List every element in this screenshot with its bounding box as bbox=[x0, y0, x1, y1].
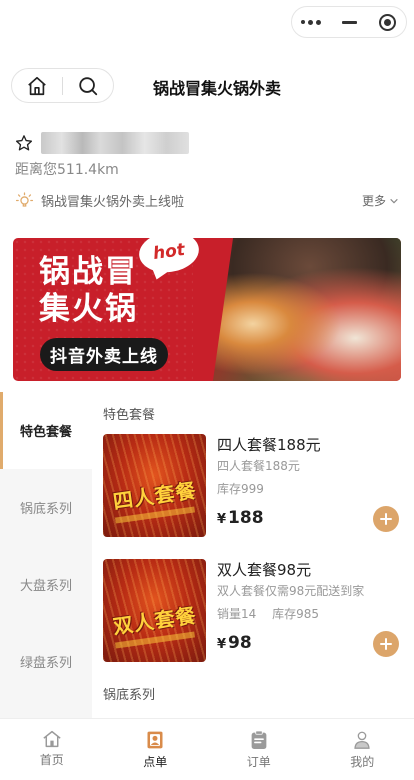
order-food-icon bbox=[147, 731, 163, 749]
home-icon[interactable] bbox=[12, 69, 62, 102]
plus-icon bbox=[380, 638, 392, 650]
section-title: 特色套餐 bbox=[103, 408, 156, 423]
product-price: ¥188 bbox=[217, 508, 264, 528]
product-item[interactable]: 双人套餐 双人套餐98元 双人套餐仅需98元配送到家 销量14 库存985 ¥9… bbox=[103, 559, 403, 664]
store-name-blurred bbox=[41, 132, 189, 154]
home-icon bbox=[43, 730, 61, 748]
tab-home[interactable]: 首页 bbox=[0, 719, 104, 780]
category-label: 锅底系列 bbox=[19, 502, 72, 517]
category-sidebar: 特色套餐 锅底系列 大盘系列 绿盘系列 bbox=[0, 392, 92, 718]
target-ring-icon[interactable] bbox=[368, 7, 406, 37]
section-title: 锅底系列 bbox=[103, 688, 156, 703]
tab-label: 点单 bbox=[143, 755, 168, 769]
notice-bar[interactable]: 锅战冒集火锅外卖上线啦 更多 bbox=[15, 190, 399, 210]
tab-label: 订单 bbox=[246, 755, 271, 769]
product-item[interactable]: 四人套餐 四人套餐188元 四人套餐188元 库存999 ¥188 bbox=[103, 434, 403, 539]
tab-orders[interactable]: 订单 bbox=[207, 719, 311, 780]
nav-pill bbox=[11, 68, 114, 103]
search-icon[interactable] bbox=[63, 69, 113, 102]
banner-title-line2: 集火锅 bbox=[39, 291, 138, 327]
product-desc: 四人套餐188元 bbox=[217, 459, 300, 473]
price-symbol: ¥ bbox=[217, 637, 227, 652]
product-name: 四人套餐188元 bbox=[217, 436, 321, 454]
user-icon bbox=[354, 731, 370, 749]
product-list: 特色套餐 四人套餐 四人套餐188元 四人套餐188元 库存999 ¥188 双… bbox=[92, 392, 414, 718]
tab-order-food[interactable]: 点单 bbox=[104, 719, 208, 780]
nav-bar: 锅战冒集火锅外卖 bbox=[0, 68, 414, 104]
category-label: 大盘系列 bbox=[19, 579, 72, 594]
lightbulb-icon bbox=[15, 191, 34, 207]
notice-text: 锅战冒集火锅外卖上线啦 bbox=[41, 194, 185, 210]
star-icon[interactable] bbox=[15, 134, 33, 152]
more-button[interactable]: 更多 bbox=[362, 192, 399, 209]
product-desc: 双人套餐仅需98元配送到家 bbox=[217, 584, 365, 598]
product-stock: 库存999 bbox=[217, 482, 264, 496]
tab-label: 我的 bbox=[350, 755, 375, 769]
tab-label: 首页 bbox=[39, 753, 64, 767]
banner-title-line1: 锅战冒 bbox=[39, 254, 138, 290]
category-label: 特色套餐 bbox=[19, 425, 72, 440]
category-item[interactable]: 绿盘系列 bbox=[0, 623, 92, 700]
product-price: ¥98 bbox=[217, 633, 252, 653]
tab-me[interactable]: 我的 bbox=[311, 719, 414, 780]
category-item[interactable]: 特色套餐 bbox=[0, 392, 92, 469]
bottom-tab-bar: 首页 点单 订单 我的 bbox=[0, 718, 414, 780]
banner-tagline: 抖音外卖上线 bbox=[40, 338, 168, 371]
add-to-cart-button[interactable] bbox=[373, 631, 399, 657]
page-title: 锅战冒集火锅外卖 bbox=[153, 79, 282, 98]
promo-banner[interactable]: 锅战冒 集火锅 抖音外卖上线 hot bbox=[13, 238, 401, 381]
store-name-row[interactable] bbox=[15, 132, 189, 154]
plus-icon bbox=[380, 513, 392, 525]
product-thumbnail[interactable]: 四人套餐 bbox=[103, 434, 206, 537]
product-name: 双人套餐98元 bbox=[217, 561, 312, 579]
store-distance: 距离您511.4km bbox=[15, 162, 119, 178]
add-to-cart-button[interactable] bbox=[373, 506, 399, 532]
more-label: 更多 bbox=[361, 194, 386, 208]
category-item[interactable]: 大盘系列 bbox=[0, 546, 92, 623]
clipboard-icon bbox=[251, 730, 267, 749]
price-value: 188 bbox=[228, 508, 264, 528]
product-thumbnail[interactable]: 双人套餐 bbox=[103, 559, 206, 662]
hot-badge-text: hot bbox=[151, 239, 187, 265]
price-value: 98 bbox=[228, 633, 252, 653]
banner-title: 锅战冒 集火锅 bbox=[39, 254, 138, 328]
category-label: 绿盘系列 bbox=[19, 656, 72, 671]
minimize-icon[interactable] bbox=[330, 7, 368, 37]
category-item[interactable]: 锅底系列 bbox=[0, 469, 92, 546]
miniprogram-capsule bbox=[291, 6, 407, 38]
more-dots-icon[interactable] bbox=[292, 7, 330, 37]
chevron-down-icon bbox=[390, 198, 398, 203]
product-sales-stock: 销量14 库存985 bbox=[217, 607, 319, 621]
price-symbol: ¥ bbox=[217, 512, 227, 527]
